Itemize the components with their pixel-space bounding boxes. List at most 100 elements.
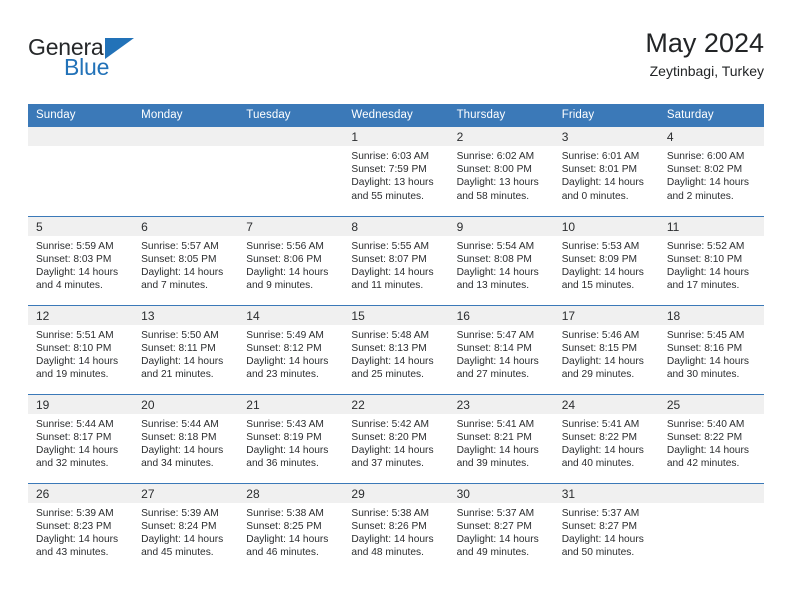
day-details: Sunrise: 5:55 AM Sunset: 8:07 PM Daylight:… [343,236,448,293]
daylight-duration: Daylight: 14 hours and 45 minutes. [141,533,224,559]
daylight-duration: Daylight: 14 hours and 36 minutes. [246,444,329,470]
day-cell-inner: 25 Sunrise: 5:40 AM Sunset: 8:22 PM Dayligh… [658,394,764,483]
day-number: 18 [658,305,764,325]
calendar-day-cell[interactable]: 9 Sunrise: 5:54 AM Sunset: 8:08 PM Daylight… [448,215,554,305]
sunset-time: Sunset: 8:20 PM [351,431,427,443]
calendar-day-cell[interactable]: 17 Sunrise: 5:46 AM Sunset: 8:15 PM Dayligh… [553,304,659,394]
weekday-header-thursday: Thursday [448,104,554,127]
calendar-day-cell-empty [658,482,764,573]
calendar-day-cell[interactable]: 16 Sunrise: 5:47 AM Sunset: 8:14 PM Dayligh… [448,304,554,394]
calendar-day-cell[interactable]: 10 Sunrise: 5:53 AM Sunset: 8:09 PM Dayligh… [553,215,659,305]
calendar-day-cell[interactable]: 20 Sunrise: 5:44 AM Sunset: 8:18 PM Dayligh… [133,393,239,483]
sunrise-time: Sunrise: 5:57 AM [141,240,219,252]
daylight-duration: Daylight: 14 hours and 49 minutes. [456,533,539,559]
sunrise-time: Sunrise: 5:37 AM [456,507,535,519]
sunset-time: Sunset: 8:17 PM [36,431,112,443]
calendar-day-cell[interactable]: 21 Sunrise: 5:43 AM Sunset: 8:19 PM Dayligh… [238,393,344,483]
sunrise-time: Sunrise: 5:38 AM [351,507,430,519]
day-details: Sunrise: 5:39 AM Sunset: 8:24 PM Daylight:… [133,503,238,560]
calendar-day-cell[interactable]: 19 Sunrise: 5:44 AM Sunset: 8:17 PM Dayligh… [28,393,134,483]
calendar-day-cell[interactable]: 11 Sunrise: 5:52 AM Sunset: 8:10 PM Dayligh… [658,215,764,305]
weekday-header-friday: Friday [553,104,659,127]
calendar-body: 1 Sunrise: 6:03 AM Sunset: 7:59 PM Daylight… [28,127,764,572]
day-number: 6 [133,216,239,236]
calendar-day-cell[interactable]: 23 Sunrise: 5:41 AM Sunset: 8:21 PM Dayligh… [448,393,554,483]
sunset-time: Sunset: 8:10 PM [666,253,743,265]
calendar-day-cell[interactable]: 4 Sunrise: 6:00 AM Sunset: 8:02 PM Daylight… [658,127,764,216]
daylight-duration: Daylight: 14 hours and 9 minutes. [246,266,329,292]
calendar-day-cell[interactable]: 6 Sunrise: 5:57 AM Sunset: 8:05 PM Daylight… [133,215,239,305]
daylight-duration: Daylight: 14 hours and 2 minutes. [666,177,749,202]
calendar-day-cell[interactable]: 3 Sunrise: 6:01 AM Sunset: 8:01 PM Daylight… [553,127,659,216]
calendar-day-cell[interactable]: 8 Sunrise: 5:55 AM Sunset: 8:07 PM Daylight… [343,215,449,305]
sunrise-time: Sunrise: 5:39 AM [141,507,219,519]
calendar-day-cell[interactable]: 24 Sunrise: 5:41 AM Sunset: 8:22 PM Dayligh… [553,393,659,483]
sunset-time: Sunset: 8:10 PM [36,342,112,354]
calendar-day-cell[interactable]: 14 Sunrise: 5:49 AM Sunset: 8:12 PM Dayligh… [238,304,344,394]
sunrise-time: Sunrise: 5:41 AM [456,418,535,430]
calendar-week-row: 26 Sunrise: 5:39 AM Sunset: 8:23 PM Dayligh… [28,482,764,573]
day-number: 22 [343,394,449,414]
day-details: Sunrise: 6:00 AM Sunset: 8:02 PM Daylight:… [659,146,764,203]
sunset-time: Sunset: 8:26 PM [351,520,427,532]
daylight-duration: Daylight: 14 hours and 46 minutes. [246,533,329,559]
calendar-day-cell[interactable]: 22 Sunrise: 5:42 AM Sunset: 8:20 PM Dayligh… [343,393,449,483]
day-cell-inner: 8 Sunrise: 5:55 AM Sunset: 8:07 PM Daylight… [343,216,449,305]
calendar-day-cell[interactable]: 27 Sunrise: 5:39 AM Sunset: 8:24 PM Dayligh… [133,482,239,572]
daylight-duration: Daylight: 14 hours and 34 minutes. [141,444,224,470]
sunset-time: Sunset: 8:22 PM [666,431,743,443]
day-cell-inner: 18 Sunrise: 5:45 AM Sunset: 8:16 PM Dayligh… [658,305,764,394]
day-details: Sunrise: 5:38 AM Sunset: 8:25 PM Daylight:… [238,503,343,560]
sunrise-time: Sunrise: 5:49 AM [246,329,324,341]
day-cell-inner [238,127,344,216]
sunrise-sunset-calendar-table: Sunday Monday Tuesday Wednesday Thursday… [28,104,764,572]
day-details: Sunrise: 5:51 AM Sunset: 8:10 PM Daylight:… [28,325,133,382]
day-cell-inner: 7 Sunrise: 5:56 AM Sunset: 8:06 PM Daylight… [238,216,344,305]
calendar-day-cell[interactable]: 25 Sunrise: 5:40 AM Sunset: 8:22 PM Dayligh… [658,393,764,483]
day-cell-inner: 20 Sunrise: 5:44 AM Sunset: 8:18 PM Dayligh… [133,394,239,483]
calendar-day-cell[interactable]: 18 Sunrise: 5:45 AM Sunset: 8:16 PM Dayligh… [658,304,764,394]
day-number: 5 [28,216,134,236]
day-cell-inner: 31 Sunrise: 5:37 AM Sunset: 8:27 PM Dayligh… [553,483,659,573]
sunrise-time: Sunrise: 5:41 AM [561,418,640,430]
sunrise-time: Sunrise: 5:44 AM [141,418,219,430]
calendar-day-cell[interactable]: 26 Sunrise: 5:39 AM Sunset: 8:23 PM Dayligh… [28,482,134,572]
day-number: 28 [238,483,344,503]
day-number [28,127,134,146]
sunrise-time: Sunrise: 5:40 AM [666,418,745,430]
calendar-day-cell[interactable]: 30 Sunrise: 5:37 AM Sunset: 8:27 PM Dayligh… [448,482,554,572]
sunrise-time: Sunrise: 5:38 AM [246,507,324,519]
daylight-duration: Daylight: 14 hours and 11 minutes. [351,266,434,292]
day-details: Sunrise: 5:40 AM Sunset: 8:22 PM Daylight:… [659,414,764,471]
calendar-day-cell[interactable]: 31 Sunrise: 5:37 AM Sunset: 8:27 PM Dayligh… [553,482,659,573]
day-details: Sunrise: 5:42 AM Sunset: 8:20 PM Daylight:… [343,414,448,471]
day-number: 23 [448,394,554,414]
daylight-duration: Daylight: 14 hours and 48 minutes. [351,533,434,559]
general-blue-logo[interactable]: General Blue [28,34,228,86]
day-details: Sunrise: 5:52 AM Sunset: 8:10 PM Daylight:… [659,236,764,293]
calendar-day-cell[interactable]: 2 Sunrise: 6:02 AM Sunset: 8:00 PM Daylight… [448,127,554,216]
daylight-duration: Daylight: 14 hours and 27 minutes. [456,355,539,381]
day-number: 11 [658,216,764,236]
daylight-duration: Daylight: 14 hours and 0 minutes. [561,177,644,202]
calendar-day-cell[interactable]: 13 Sunrise: 5:50 AM Sunset: 8:11 PM Dayligh… [133,304,239,394]
day-number: 4 [658,127,764,146]
day-cell-inner [658,483,764,573]
calendar-day-cell[interactable]: 12 Sunrise: 5:51 AM Sunset: 8:10 PM Dayligh… [28,304,134,394]
calendar-day-cell[interactable]: 15 Sunrise: 5:48 AM Sunset: 8:13 PM Dayligh… [343,304,449,394]
sunrise-time: Sunrise: 5:45 AM [666,329,745,341]
calendar-day-cell[interactable]: 28 Sunrise: 5:38 AM Sunset: 8:25 PM Dayligh… [238,482,344,572]
day-cell-inner: 29 Sunrise: 5:38 AM Sunset: 8:26 PM Dayligh… [343,483,449,573]
day-cell-inner: 12 Sunrise: 5:51 AM Sunset: 8:10 PM Dayligh… [28,305,134,394]
day-details: Sunrise: 5:47 AM Sunset: 8:14 PM Daylight:… [449,325,554,382]
calendar-day-cell[interactable]: 7 Sunrise: 5:56 AM Sunset: 8:06 PM Daylight… [238,215,344,305]
calendar-day-cell[interactable]: 29 Sunrise: 5:38 AM Sunset: 8:26 PM Dayligh… [343,482,449,573]
weekday-header-saturday: Saturday [658,104,764,127]
day-number: 26 [28,483,134,503]
daylight-duration: Daylight: 14 hours and 29 minutes. [561,355,644,381]
calendar-day-cell[interactable]: 5 Sunrise: 5:59 AM Sunset: 8:03 PM Daylight… [28,215,134,305]
calendar-day-cell[interactable]: 1 Sunrise: 6:03 AM Sunset: 7:59 PM Daylight… [343,127,449,216]
day-details: Sunrise: 5:39 AM Sunset: 8:23 PM Daylight:… [28,503,133,560]
sunset-time: Sunset: 8:19 PM [246,431,322,443]
sunrise-time: Sunrise: 6:03 AM [351,151,430,162]
